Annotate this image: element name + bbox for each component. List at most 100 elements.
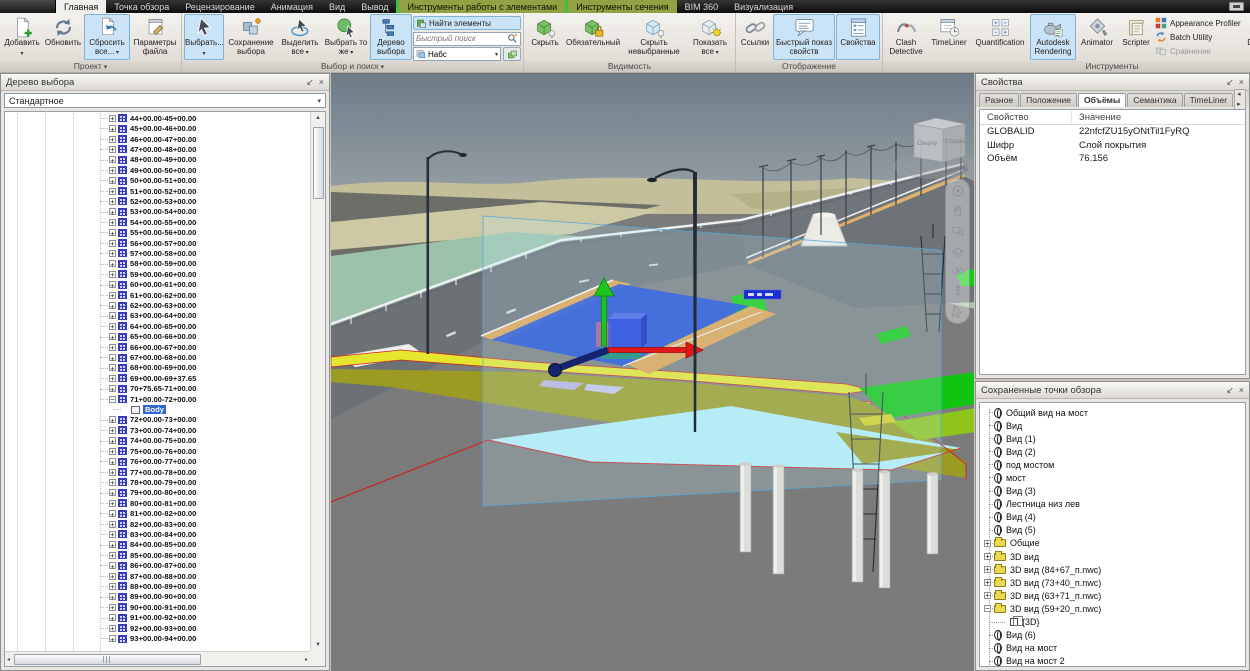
- tree-row[interactable]: 65+00.00-66+00.00: [5, 332, 310, 342]
- viewpoint-row[interactable]: мост: [980, 471, 1245, 484]
- tree-row[interactable]: 53+00.00-54+00.00: [5, 207, 310, 217]
- tree-row[interactable]: 77+00.00-78+00.00: [5, 467, 310, 477]
- dock-pin-icon[interactable]: ↙: [1226, 386, 1234, 395]
- ribbon-tab[interactable]: Вид: [321, 0, 353, 13]
- properties-tab[interactable]: Положение: [1020, 93, 1077, 107]
- tree-row[interactable]: 50+00.00-51+00.00: [5, 175, 310, 185]
- tree-row[interactable]: 63+00.00-64+00.00: [5, 311, 310, 321]
- tree-expand-icon[interactable]: [109, 593, 116, 600]
- scroll-thumb[interactable]: [14, 654, 201, 665]
- tree-expand-icon[interactable]: [109, 448, 116, 455]
- tree-expand-icon[interactable]: [109, 302, 116, 309]
- tree-row[interactable]: 89+00.00-90+00.00: [5, 592, 310, 602]
- selection-tree-button[interactable]: Дерево выбора: [370, 14, 412, 60]
- tree-expand-icon[interactable]: [109, 437, 116, 444]
- datatools-button[interactable]: DataTools: [1244, 14, 1250, 60]
- viewpoint-row[interactable]: Общий вид на мост: [980, 406, 1245, 419]
- quantification-button[interactable]: Quantification: [971, 14, 1029, 60]
- tree-row[interactable]: 55+00.00-56+00.00: [5, 227, 310, 237]
- app-menu-stub[interactable]: [0, 0, 56, 13]
- clash-detective-button[interactable]: Clash Detective: [885, 14, 927, 60]
- viewpoint-row[interactable]: Общие: [980, 537, 1245, 550]
- batch-utility-button[interactable]: Batch Utility: [1155, 31, 1243, 43]
- require-button[interactable]: Обязательный: [565, 14, 621, 60]
- tree-expand-icon[interactable]: [109, 250, 116, 257]
- select-button[interactable]: Выбрать...: [184, 14, 224, 60]
- properties-header[interactable]: Свойства ↙×: [976, 74, 1249, 91]
- scripter-button[interactable]: Scripter: [1118, 14, 1154, 60]
- sets-combo[interactable]: Набс ▾: [413, 47, 501, 61]
- tree-row[interactable]: 51+00.00-52+00.00: [5, 186, 310, 196]
- viewpoint-row[interactable]: Вид (5): [980, 524, 1245, 537]
- tree-expand-icon[interactable]: [109, 344, 116, 351]
- tree-row[interactable]: 52+00.00-53+00.00: [5, 196, 310, 206]
- viewpoint-row[interactable]: Вид (4): [980, 511, 1245, 524]
- close-icon[interactable]: ×: [1239, 386, 1244, 395]
- tree-expand-icon[interactable]: [109, 292, 116, 299]
- ribbon-tab[interactable]: Визуализация: [726, 0, 801, 13]
- viewpoint-expand-icon[interactable]: [984, 553, 991, 560]
- tree-expand-icon[interactable]: [109, 552, 116, 559]
- viewpoint-row[interactable]: Вид (1): [980, 432, 1245, 445]
- ribbon-tab[interactable]: Вывод: [353, 0, 396, 13]
- select-same-button[interactable]: Выбрать то же: [323, 14, 369, 60]
- tree-expand-icon[interactable]: [109, 136, 116, 143]
- tree-row[interactable]: Body: [5, 404, 310, 414]
- tree-row[interactable]: 86+00.00-87+00.00: [5, 560, 310, 570]
- tree-expand-icon[interactable]: [109, 541, 116, 548]
- animator-button[interactable]: Animator: [1077, 14, 1117, 60]
- tree-row[interactable]: 61+00.00-62+00.00: [5, 290, 310, 300]
- tree-expand-icon[interactable]: [109, 219, 116, 226]
- tree-expand-icon[interactable]: [109, 312, 116, 319]
- tree-row[interactable]: 92+00.00-93+00.00: [5, 623, 310, 633]
- tree-row[interactable]: 74+00.00-75+00.00: [5, 436, 310, 446]
- properties-tab[interactable]: Разное: [979, 93, 1019, 107]
- group-label-select-search[interactable]: Выбор и поиск: [182, 61, 523, 72]
- tree-row[interactable]: 75+00.00-76+00.00: [5, 446, 310, 456]
- ribbon-tab[interactable]: Инструменты работы с элементами: [396, 0, 565, 13]
- tree-expand-icon[interactable]: [109, 333, 116, 340]
- hide-unselected-button[interactable]: Скрыть невыбранные: [622, 14, 686, 60]
- tree-expand-icon[interactable]: [109, 354, 116, 361]
- tree-expand-icon[interactable]: [109, 281, 116, 288]
- look-around-icon[interactable]: [951, 264, 965, 278]
- tree-row[interactable]: 87+00.00-88+00.00: [5, 571, 310, 581]
- viewpoint-row[interactable]: {3D}: [980, 616, 1245, 629]
- scroll-up-icon[interactable]: ▲: [315, 112, 321, 124]
- ribbon-tab[interactable]: Инструменты сечения: [565, 0, 676, 13]
- dock-pin-icon[interactable]: ↙: [306, 78, 314, 87]
- selection-sets-button[interactable]: [503, 47, 521, 61]
- append-button[interactable]: Добавить: [2, 14, 42, 60]
- tree-row[interactable]: 70+75.65-71+00.00: [5, 384, 310, 394]
- tree-row[interactable]: 62+00.00-63+00.00: [5, 300, 310, 310]
- viewpoint-row[interactable]: Лестница низ лев: [980, 498, 1245, 511]
- viewpoint-row[interactable]: Вид на мост 2: [980, 655, 1245, 667]
- hide-button[interactable]: Скрыть: [526, 14, 564, 60]
- tree-vertical-scrollbar[interactable]: ▲ ▼: [310, 112, 325, 651]
- properties-tab[interactable]: Семантика: [1127, 93, 1182, 107]
- tree-expand-icon[interactable]: [109, 479, 116, 486]
- selection-tree-header[interactable]: Дерево выбора ↙×: [1, 74, 329, 91]
- viewpoint-row[interactable]: 3D вид (59+20_п.nwc): [980, 602, 1245, 615]
- viewpoint-row[interactable]: под мостом: [980, 458, 1245, 471]
- tree-expand-icon[interactable]: [109, 125, 116, 132]
- refresh-button[interactable]: Обновить: [43, 14, 83, 60]
- tree-expand-icon[interactable]: [109, 385, 116, 392]
- tree-row[interactable]: 46+00.00-47+00.00: [5, 134, 310, 144]
- viewpoint-row[interactable]: 3D вид (73+40_п.nwc): [980, 576, 1245, 589]
- tree-expand-icon[interactable]: [109, 188, 116, 195]
- tree-row[interactable]: 47+00.00-48+00.00: [5, 144, 310, 154]
- tree-expand-icon[interactable]: [109, 115, 116, 122]
- quick-search-icon[interactable]: [507, 33, 518, 44]
- tree-row[interactable]: 67+00.00-68+00.00: [5, 352, 310, 362]
- ribbon-tab[interactable]: BIM 360: [677, 0, 727, 13]
- tree-expand-icon[interactable]: [109, 573, 116, 580]
- tree-expand-icon[interactable]: [109, 323, 116, 330]
- walk-icon[interactable]: [951, 284, 965, 298]
- viewpoint-expand-icon[interactable]: [984, 605, 991, 612]
- tree-row[interactable]: 60+00.00-61+00.00: [5, 280, 310, 290]
- tree-row[interactable]: 59+00.00-60+00.00: [5, 269, 310, 279]
- close-icon[interactable]: ×: [1239, 78, 1244, 87]
- tree-expand-icon[interactable]: [109, 396, 116, 403]
- properties-tab[interactable]: TimeLiner: [1184, 93, 1233, 107]
